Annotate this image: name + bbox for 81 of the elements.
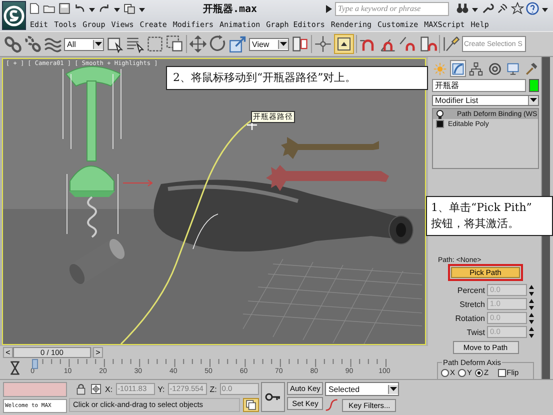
hierarchy-icon [469,62,484,76]
select-object-icon[interactable] [106,35,124,53]
rectangle-selection-icon[interactable] [146,35,164,53]
current-frame-marker [32,359,38,369]
unlink-icon[interactable] [24,35,42,53]
parameter-label: Rotation [454,314,485,322]
panel-tab[interactable] [486,60,503,77]
move-icon[interactable] [189,35,207,53]
dropdown-arrow-icon[interactable] [280,42,287,46]
app-logo-icon[interactable] [3,4,25,26]
space-warp-icon[interactable] [44,35,62,53]
application-button[interactable] [2,1,26,30]
parameter-label: Stretch [458,300,485,308]
spinner-snap-icon[interactable] [419,35,437,53]
panel-tab[interactable] [450,60,466,77]
dropdown-arrow-icon[interactable] [95,42,102,46]
spinner-arrows-icon[interactable] [529,298,534,310]
object-color-swatch[interactable] [529,79,539,92]
window-crossing-button[interactable] [243,398,259,412]
annotation-callout: 1、单击“Pick Pith” 按钮，将其激活。 [426,196,553,236]
link-icon[interactable] [4,35,22,53]
dropdown-arrow-icon[interactable] [530,98,537,103]
window-title: 开瓶器.max [203,2,258,16]
modifier-list-dropdown[interactable]: Modifier List [432,95,539,106]
monitor-icon [506,62,520,76]
new-file-icon[interactable] [28,2,41,15]
hourglass-icon[interactable] [8,361,22,375]
binoculars-icon[interactable] [456,2,469,15]
rotate-icon[interactable] [209,35,227,53]
undo-icon[interactable] [73,2,86,15]
star-icon[interactable] [511,2,524,15]
spinner-arrows-icon[interactable] [529,326,534,338]
radio-button[interactable] [441,368,449,376]
previous-frame-button[interactable]: < [3,347,13,358]
cork-drawing [69,239,125,284]
reference-coordinate-dropdown[interactable]: View [249,38,289,50]
selection-crosshair-icon[interactable] [90,383,102,395]
manipulate-button[interactable] [334,34,354,54]
parameter-label: Percent [456,286,485,294]
select-by-name-icon[interactable] [126,35,144,53]
target-icon [488,62,502,76]
square-icon [436,120,444,128]
panel-tab[interactable] [468,60,485,77]
expand-arrow-icon[interactable] [326,4,332,12]
set-key-button[interactable] [261,382,285,412]
pivot-icon[interactable] [314,35,332,53]
bend-icon [451,62,466,76]
checkbox[interactable] [498,368,506,376]
dropdown-arrow-icon[interactable] [390,386,398,392]
hammer-icon [524,62,538,76]
redo-icon[interactable] [98,2,111,15]
save-icon[interactable] [58,2,71,15]
manipulate-icon [336,36,352,52]
sun-icon [433,62,448,76]
radio-button[interactable] [475,368,484,376]
light-bulb-icon[interactable] [436,110,444,118]
window-copy-icon [245,399,257,411]
coordinate-label: Y: [158,384,165,394]
annotation-callout: 2、将鼠标移动到“开瓶器路径”对上。 [166,66,428,90]
spinner-arrows-icon[interactable] [529,284,534,296]
spinner-arrows-icon[interactable] [529,312,534,324]
parameter-label: Twist [466,328,485,336]
key-mode-dropdown[interactable]: Selected [325,382,400,396]
axis-gizmo-drawing [122,180,153,186]
window-crossing-icon[interactable] [166,35,184,53]
coordinate-label: X: [105,384,113,394]
object-name-field[interactable]: 开瓶器 [432,79,526,92]
curve-icon[interactable] [325,398,340,412]
radio-button[interactable] [458,368,466,376]
lock-icon[interactable] [75,383,87,395]
next-frame-button[interactable]: > [93,347,103,358]
wrench-icon[interactable] [481,2,494,15]
listener-field[interactable] [3,382,67,397]
help-icon[interactable] [526,2,539,15]
selection-filter-dropdown[interactable]: All [64,38,104,50]
mirror-icon[interactable] [291,35,309,53]
coordinate-label: Z: [210,384,217,394]
percent-snap-icon[interactable] [399,35,417,53]
search-field[interactable]: Type a keyword or phrase [335,2,449,16]
edit-named-selection-icon[interactable] [442,35,460,53]
scale-icon[interactable] [229,35,247,53]
